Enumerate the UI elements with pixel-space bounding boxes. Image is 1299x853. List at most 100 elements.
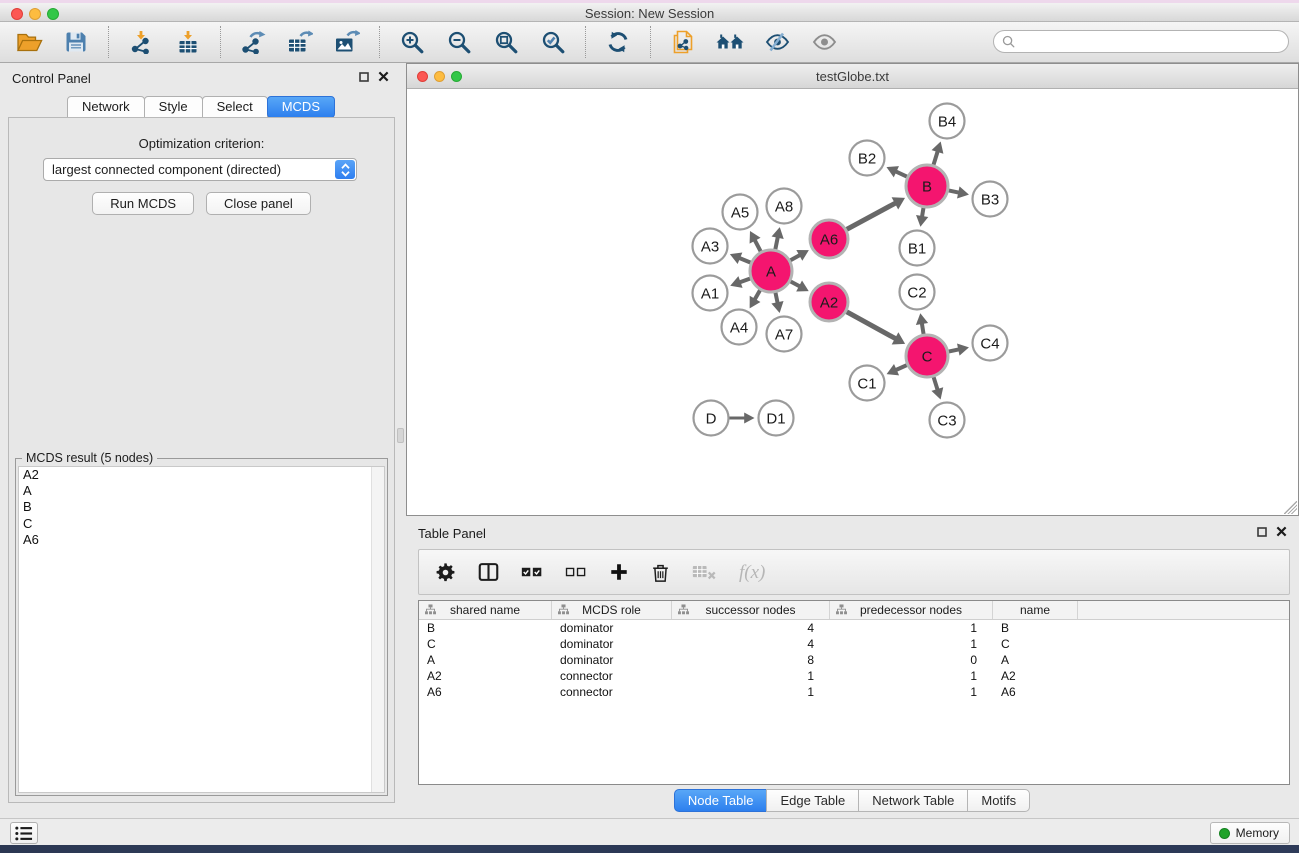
session-tasks-button[interactable]: [10, 822, 38, 844]
graph-node-B[interactable]: B: [906, 165, 948, 207]
tab-select[interactable]: Select: [202, 96, 268, 118]
first-neighbors-button[interactable]: [715, 27, 745, 57]
graph-edge-A-A7[interactable]: [771, 293, 783, 313]
deselect-all-rows-button[interactable]: [565, 564, 587, 580]
open-file-button[interactable]: [14, 27, 44, 57]
graph-node-C[interactable]: C: [906, 335, 948, 377]
graph-node-D[interactable]: D: [694, 401, 729, 436]
graph-edge-B-B1[interactable]: [916, 208, 928, 227]
tab-style[interactable]: Style: [144, 96, 203, 118]
graph-edge-B-B4[interactable]: [932, 142, 944, 165]
tab-edge-table[interactable]: Edge Table: [766, 789, 859, 812]
graph-edge-D-D1[interactable]: [730, 413, 755, 424]
table-settings-button[interactable]: [435, 562, 456, 583]
export-table-button[interactable]: [285, 27, 315, 57]
select-all-rows-button[interactable]: [521, 564, 543, 580]
optimization-criterion-dropdown[interactable]: largest connected component (directed): [43, 158, 357, 181]
tab-network-table[interactable]: Network Table: [858, 789, 968, 812]
refresh-view-button[interactable]: [603, 27, 633, 57]
graph-edge-A-A3[interactable]: [730, 253, 751, 264]
float-panel-icon[interactable]: [1257, 527, 1267, 537]
search-input[interactable]: [1020, 32, 1288, 51]
graph-edge-C-C4[interactable]: [949, 343, 969, 355]
export-network-button[interactable]: [238, 27, 268, 57]
graph-node-A5[interactable]: A5: [723, 195, 758, 230]
tab-node-table[interactable]: Node Table: [674, 789, 768, 812]
import-table-button[interactable]: [173, 27, 203, 57]
graph-node-A6[interactable]: A6: [810, 220, 848, 258]
zoom-fit-button[interactable]: [491, 27, 521, 57]
save-session-button[interactable]: [61, 27, 91, 57]
table-row[interactable]: A6connector11A6: [419, 684, 1289, 700]
toggle-columns-button[interactable]: [478, 562, 499, 582]
graph-edge-C-C2[interactable]: [916, 313, 928, 334]
zoom-in-button[interactable]: [397, 27, 427, 57]
mcds-result-item[interactable]: B: [19, 499, 384, 515]
graph-node-C1[interactable]: C1: [850, 366, 885, 401]
graph-edge-A-A8[interactable]: [772, 227, 784, 249]
panel-splitter-handle[interactable]: [397, 428, 404, 443]
tab-mcds[interactable]: MCDS: [267, 96, 335, 118]
graph-node-B1[interactable]: B1: [900, 231, 935, 266]
graph-node-A3[interactable]: A3: [693, 229, 728, 264]
tab-network[interactable]: Network: [67, 96, 145, 118]
graph-edge-A6-B[interactable]: [847, 197, 905, 229]
result-list-scrollbar[interactable]: [371, 467, 384, 792]
graph-node-B4[interactable]: B4: [930, 104, 965, 139]
export-image-button[interactable]: [332, 27, 362, 57]
graph-edge-A2-C[interactable]: [847, 312, 906, 345]
graph-node-C4[interactable]: C4: [973, 326, 1008, 361]
column-header-shared-name[interactable]: shared name: [419, 601, 552, 619]
network-canvas[interactable]: B4 B2 B B3 A5 A8A6 B1 A3 A C2 A1 A2 A4 A7 C4 C C1 D D1 C3: [407, 89, 1298, 515]
hide-selected-button[interactable]: [762, 27, 792, 57]
graph-node-C2[interactable]: C2: [900, 275, 935, 310]
graph-edge-A-A6[interactable]: [790, 250, 809, 261]
mcds-result-item[interactable]: C: [19, 516, 384, 532]
zoom-out-button[interactable]: [444, 27, 474, 57]
tab-motifs[interactable]: Motifs: [967, 789, 1030, 812]
memory-button[interactable]: Memory: [1210, 822, 1290, 844]
graph-edge-B-B3[interactable]: [949, 186, 969, 198]
column-header-name[interactable]: name: [993, 601, 1078, 619]
run-mcds-button[interactable]: Run MCDS: [92, 192, 194, 215]
column-header-successor-nodes[interactable]: successor nodes: [672, 601, 830, 619]
close-panel-icon[interactable]: [378, 71, 389, 82]
graph-node-C3[interactable]: C3: [930, 403, 965, 438]
close-panel-icon[interactable]: [1276, 526, 1287, 537]
graph-edge-A-A2[interactable]: [790, 281, 808, 292]
mcds-result-item[interactable]: A: [19, 483, 384, 499]
graph-node-A[interactable]: A: [750, 250, 792, 292]
graph-node-B2[interactable]: B2: [850, 141, 885, 176]
table-row[interactable]: Cdominator41C: [419, 636, 1289, 652]
graph-node-A7[interactable]: A7: [767, 317, 802, 352]
column-header-predecessor-nodes[interactable]: predecessor nodes: [830, 601, 993, 619]
column-header-mcds-role[interactable]: MCDS role: [552, 601, 672, 619]
graph-edge-A-A1[interactable]: [730, 276, 750, 288]
graph-node-A8[interactable]: A8: [767, 189, 802, 224]
mcds-result-item[interactable]: A6: [19, 532, 384, 548]
table-row[interactable]: Adominator80A: [419, 652, 1289, 668]
close-panel-button[interactable]: Close panel: [206, 192, 311, 215]
mcds-result-item[interactable]: A2: [19, 467, 384, 483]
graph-edge-A-A4[interactable]: [750, 290, 761, 308]
graph-node-D1[interactable]: D1: [759, 401, 794, 436]
table-row[interactable]: A2connector11A2: [419, 668, 1289, 684]
graph-edge-A-A5[interactable]: [750, 231, 761, 251]
graph-node-A4[interactable]: A4: [722, 310, 757, 345]
search-field[interactable]: [993, 30, 1289, 53]
graph-node-A1[interactable]: A1: [693, 276, 728, 311]
graph-edge-B-B2[interactable]: [886, 166, 907, 177]
import-network-button[interactable]: [126, 27, 156, 57]
add-column-button[interactable]: [609, 562, 629, 582]
delete-column-button[interactable]: [651, 562, 670, 583]
zoom-selected-button[interactable]: [538, 27, 568, 57]
show-all-button[interactable]: [809, 27, 839, 57]
graph-edge-C-C3[interactable]: [931, 377, 943, 399]
new-network-from-selection-button[interactable]: [668, 27, 698, 57]
graph-node-A2[interactable]: A2: [810, 283, 848, 321]
graph-edge-C-C1[interactable]: [887, 364, 907, 375]
graph-node-B3[interactable]: B3: [973, 182, 1008, 217]
window-resize-gripper[interactable]: [1284, 501, 1297, 514]
table-row[interactable]: Bdominator41B: [419, 620, 1289, 636]
float-panel-icon[interactable]: [359, 72, 369, 82]
